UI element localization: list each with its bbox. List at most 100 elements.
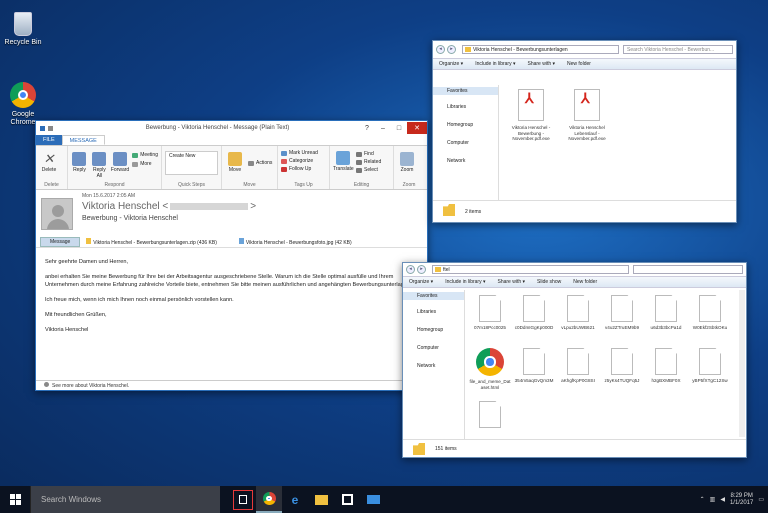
save-icon[interactable] <box>40 125 45 131</box>
file-item[interactable]: yBP5fXTgC12Sw <box>689 348 731 384</box>
select-button[interactable]: Select <box>356 167 381 174</box>
new-folder-button[interactable]: New folder <box>573 279 597 285</box>
volume-icon[interactable]: ◀ <box>720 496 725 503</box>
search-input[interactable] <box>633 265 743 274</box>
find-button[interactable]: Find <box>356 151 381 158</box>
file-item[interactable]: v4u2ZTruEM9b9 <box>601 295 643 331</box>
undo-icon[interactable] <box>48 125 53 131</box>
message-tab[interactable]: Message <box>40 236 81 247</box>
close-button[interactable]: ✕ <box>407 122 427 134</box>
file-item[interactable]: 07m18Pcc0025 <box>469 295 511 331</box>
delete-button[interactable]: ✕ Delete <box>39 152 59 174</box>
task-view-button[interactable] <box>230 486 256 513</box>
taskbar-explorer[interactable] <box>308 486 334 513</box>
quick-access-toolbar[interactable] <box>36 125 76 131</box>
back-button[interactable]: ◂ <box>406 265 415 274</box>
forward-button[interactable]: ▸ <box>417 265 426 274</box>
taskbar-chrome[interactable] <box>256 486 282 513</box>
file-item[interactable]: c0DdmIGgKp000D <box>513 295 555 331</box>
file-pdf-exe[interactable]: Viktoria Henschel - Bewerbung - November… <box>507 89 555 142</box>
move-button[interactable]: Move <box>225 152 245 173</box>
windows-logo-icon <box>9 494 21 505</box>
meeting-button[interactable]: Meeting <box>132 152 158 159</box>
group-caption: Respond <box>104 182 125 188</box>
address-bar[interactable]: Viktoria Henschel - Bewerbungsunterlagen <box>462 45 619 54</box>
mark-unread-button[interactable]: Mark Unread <box>281 150 326 157</box>
nav-network[interactable]: Network <box>433 157 498 165</box>
ribbon-group-quicksteps: Create New Quick Steps <box>162 146 222 189</box>
nav-favorites[interactable]: Favorites <box>433 87 498 95</box>
message-sender[interactable]: Viktoria Henschel < > <box>82 201 256 212</box>
back-button[interactable]: ◂ <box>436 45 445 54</box>
image-icon <box>238 237 244 244</box>
meeting-icon <box>132 153 139 158</box>
related-button[interactable]: Related <box>356 159 381 166</box>
file-item[interactable]: file_and_meme_Dataset.html <box>469 348 511 390</box>
reply-all-button[interactable]: Reply All <box>91 152 108 179</box>
nav-computer[interactable]: Computer <box>403 344 464 352</box>
start-button[interactable] <box>0 486 30 513</box>
notifications-icon[interactable]: ▭ <box>758 496 764 503</box>
file-item[interactable] <box>469 401 511 431</box>
include-library-button[interactable]: Include in library ▾ <box>445 279 485 285</box>
share-with-button[interactable]: Share with ▾ <box>528 61 556 67</box>
network-icon[interactable]: ▥ <box>710 496 716 503</box>
taskbar-search[interactable]: Search Windows <box>30 486 220 513</box>
actions-icon <box>248 161 254 166</box>
slide-show-button[interactable]: Slide show <box>537 279 561 285</box>
chevron-up-icon[interactable]: ⌃ <box>700 496 705 503</box>
explorer-navbar: ◂ ▸ ftel <box>403 263 746 276</box>
more-icon <box>132 162 139 167</box>
taskbar-mail[interactable] <box>360 486 386 513</box>
file-item[interactable]: W0Ekf2SbtkOKu <box>689 295 731 331</box>
organize-button[interactable]: Organize ▾ <box>439 61 463 67</box>
reply-button[interactable]: Reply <box>71 152 88 179</box>
nav-homegroup[interactable]: Homegroup <box>403 326 464 334</box>
follow-up-button[interactable]: Follow Up <box>281 166 326 173</box>
nav-network[interactable]: Network <box>403 362 464 370</box>
search-input[interactable]: Search Viktoria Henschel - Bewerbun... <box>623 45 733 54</box>
tab-message[interactable]: MESSAGE <box>61 135 105 145</box>
file-item[interactable]: 354m5aqGvQm3M <box>513 348 555 384</box>
nav-libraries[interactable]: Libraries <box>433 103 498 111</box>
nav-homegroup[interactable]: Homegroup <box>433 121 498 129</box>
file-item[interactable]: u6d3b3bcPa1d <box>645 295 687 331</box>
maximize-button[interactable]: □ <box>391 122 407 134</box>
file-item[interactable]: aKhgfKpP0G8SI <box>557 348 599 384</box>
translate-button[interactable]: Translate <box>333 151 354 174</box>
file-label: z5yKs4TUQFq5J <box>604 378 640 383</box>
minimize-button[interactable]: – <box>375 122 391 134</box>
forward-button[interactable]: Forward <box>111 152 129 179</box>
include-library-button[interactable]: Include in library ▾ <box>475 61 515 67</box>
chrome-html-icon <box>476 348 504 376</box>
clock[interactable]: 8:29 PM 1/1/2017 <box>730 493 753 507</box>
share-with-button[interactable]: Share with ▾ <box>498 279 526 285</box>
more-button[interactable]: More <box>132 161 158 168</box>
address-bar[interactable]: ftel <box>432 265 629 274</box>
taskbar-store[interactable] <box>334 486 360 513</box>
file-item[interactable]: h2gBXMBF0X <box>645 348 687 384</box>
nav-libraries[interactable]: Libraries <box>403 308 464 316</box>
categorize-button[interactable]: Categorize <box>281 158 326 165</box>
file-item[interactable]: vLpu2bUWB621 <box>557 295 599 331</box>
tab-file[interactable]: FILE <box>36 135 62 145</box>
forward-button[interactable]: ▸ <box>447 45 456 54</box>
attachment-zip[interactable]: Viktoria Henschel - Bewerbungsunterlagen… <box>86 237 217 246</box>
attachment-jpg[interactable]: Viktoria Henschel - Bewerbungsfoto.jpg (… <box>238 237 352 246</box>
desktop-icon-recycle-bin[interactable]: Recycle Bin <box>0 12 46 47</box>
explorer-navbar: ◂ ▸ Viktoria Henschel - Bewerbungsunterl… <box>433 41 736 58</box>
nav-favorites[interactable]: Favorites <box>403 292 464 300</box>
quick-steps-gallery[interactable]: Create New <box>165 151 218 175</box>
file-icon <box>611 295 633 322</box>
actions-button[interactable]: Actions <box>248 160 272 167</box>
taskbar-edge[interactable]: e <box>282 486 308 513</box>
help-button[interactable]: ? <box>359 122 375 134</box>
people-pane-bar[interactable]: See more about Viktoria Henschel. <box>36 380 427 390</box>
file-item[interactable]: z5yKs4TUQFq5J <box>601 348 643 384</box>
zoom-button[interactable]: Zoom <box>397 152 417 173</box>
file-pdf-exe[interactable]: Viktoria Henschel Lebenslauf - November.… <box>563 89 611 142</box>
new-folder-button[interactable]: New folder <box>567 61 591 67</box>
scrollbar[interactable] <box>739 290 745 437</box>
nav-computer[interactable]: Computer <box>433 139 498 147</box>
organize-button[interactable]: Organize ▾ <box>409 279 433 285</box>
